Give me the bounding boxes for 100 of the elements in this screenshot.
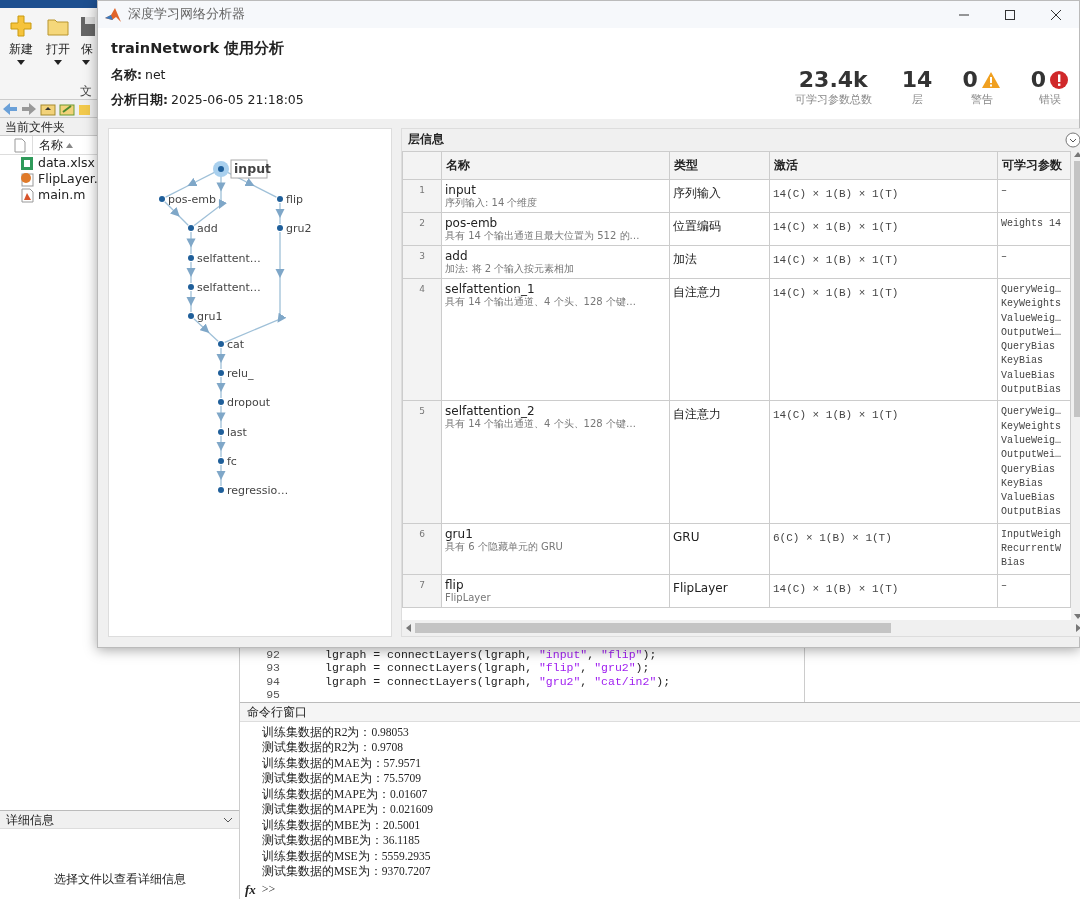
learnable-name: – [1001, 578, 1008, 593]
scrollbar-thumb[interactable] [1073, 161, 1080, 417]
column-header[interactable]: 类型 [669, 151, 770, 180]
row-number: 2 [402, 212, 442, 246]
stat-label: 层 [911, 92, 923, 108]
chevron-icon[interactable] [223, 816, 233, 823]
layer-node[interactable]: selfattent… [188, 281, 261, 294]
layer-description: 具有 14 个输出通道且最大位置为 512 的… [445, 230, 641, 242]
column-header[interactable]: 名称 [32, 136, 73, 154]
activation-size: 6(C) × 1(B) × 1(T) [773, 531, 892, 544]
class-file-icon [20, 171, 34, 187]
layer-node[interactable]: fc [218, 455, 237, 468]
panel-title: 命令行窗口 [240, 701, 1080, 722]
line-number: 93 [265, 661, 280, 675]
layer-type: 自注意力 [673, 285, 721, 299]
layer-name: flip [445, 578, 465, 592]
output-line: 测试集数据的R2为：0.9708 [262, 740, 405, 755]
file-icon [14, 137, 26, 153]
caret-icon [81, 60, 91, 66]
stat-value: 0 [962, 68, 978, 92]
learnable-name: ValueWeig… [1001, 433, 1062, 448]
layer-name: add [445, 250, 469, 263]
layer-type: GRU [673, 529, 700, 544]
row-number: 1 [402, 179, 442, 213]
layer-node[interactable]: gru1 [188, 310, 223, 323]
stat-label: 可学习参数总数 [794, 92, 872, 108]
learnable-name: Bias [1001, 556, 1026, 571]
collapse-icon[interactable] [1065, 132, 1080, 148]
learnable-name: QueryBias [1001, 462, 1056, 477]
learnable-name: OutputWei… [1001, 325, 1062, 340]
output-line: 训练集数据的R2为：0.98053 [262, 724, 410, 740]
learnable-name: KeyBias [1001, 354, 1044, 369]
activation-size: 14(C) × 1(B) × 1(T) [773, 188, 899, 200]
layer-description: 具有 14 个输出通道、4 个头、128 个键… [445, 418, 637, 431]
spreadsheet-icon [20, 155, 34, 171]
toolstrip-button[interactable]: 保 [81, 14, 95, 66]
sort-icon [66, 142, 73, 148]
scroll-left-icon[interactable] [405, 624, 411, 632]
activation-size: 14(C) × 1(B) × 1(T) [773, 409, 899, 422]
toolstrip-button[interactable]: 打开 [44, 14, 72, 66]
command-prompt[interactable]: >> [261, 880, 276, 899]
details-message: 选择文件以查看详细信息 [53, 871, 186, 888]
section-label: 文 [80, 83, 92, 100]
output-line: 测试集数据的MAE为：75.5709 [262, 771, 422, 786]
learnable-name: Weights 14 [1001, 217, 1062, 231]
layer-node[interactable]: flip [277, 193, 303, 206]
layer-type: 自注意力 [673, 407, 721, 422]
layer-node[interactable]: pos-emb [159, 193, 216, 206]
row-number: 6 [402, 523, 442, 575]
layer-node[interactable]: relu_ [218, 367, 254, 380]
code-line: lgraph = connectLayers(lgraph, "flip", "gru2"); [325, 661, 650, 675]
output-line: 测试集数据的MAPE为：0.021609 [262, 802, 435, 817]
learnable-name: ValueBias [1001, 491, 1056, 506]
layer-node[interactable]: add [188, 222, 218, 235]
stat-label: 错误 [1038, 92, 1061, 108]
column-header[interactable]: 可学习参数 [997, 151, 1071, 180]
layer-type: 序列输入 [673, 186, 721, 200]
learnable-name: OutputWei… [1001, 448, 1062, 463]
layer-name: input [445, 184, 477, 197]
caret-icon [53, 60, 63, 66]
fx-label: fx [245, 880, 256, 899]
panel-title: 详细信息 [6, 811, 54, 829]
learnable-name: QueryWeig… [1001, 283, 1062, 297]
layer-description: 具有 6 个隐藏单元的 GRU [445, 540, 564, 553]
row-number: 4 [402, 278, 442, 401]
layer-node[interactable]: cat [218, 338, 245, 351]
window-title: 深度学习网络分析器 [128, 5, 245, 24]
learnable-name: KeyWeights [1001, 297, 1062, 312]
column-header[interactable]: 激活 [769, 151, 998, 180]
stat-value: 23.4k [798, 68, 868, 92]
up-folder-icon[interactable] [40, 101, 56, 116]
stat-value: 0 [1030, 68, 1046, 92]
browse-folder-icon[interactable] [59, 101, 75, 116]
error-icon [1049, 70, 1069, 90]
layer-node[interactable]: selfattent… [188, 252, 261, 265]
scrollbar-thumb[interactable] [415, 623, 891, 633]
script-file-icon [20, 187, 34, 203]
learnable-name: InputWeigh [1001, 527, 1062, 542]
caret-icon [16, 60, 26, 66]
analysis-title: trainNetwork 使用分析 [111, 39, 286, 58]
layer-name: selfattention_2 [445, 405, 536, 419]
layer-node[interactable]: regressio… [218, 484, 289, 497]
line-number: 92 [265, 647, 280, 661]
layer-node[interactable]: last [218, 426, 247, 439]
toolstrip-button[interactable]: 新建 [7, 14, 35, 66]
maximize-icon [1003, 8, 1017, 21]
stat-label: 警告 [970, 92, 993, 108]
stat-value: 14 [901, 68, 933, 92]
layer-description: 具有 14 个输出通道、4 个头、128 个键… [445, 296, 637, 308]
layer-name: pos-emb [445, 217, 499, 230]
back-icon[interactable] [2, 101, 18, 116]
layer-node[interactable]: gru2 [277, 222, 312, 235]
row-number: 5 [402, 400, 442, 524]
activation-size: 14(C) × 1(B) × 1(T) [773, 287, 899, 299]
output-line: 训练集数据的MAE为：57.9571 [262, 755, 422, 771]
layer-node[interactable]: dropout [218, 396, 270, 409]
column-header[interactable]: 名称 [441, 151, 670, 180]
info-line: 名称: net [111, 65, 167, 84]
learnable-name: KeyBias [1001, 476, 1044, 491]
line-number: 95 [265, 688, 280, 702]
